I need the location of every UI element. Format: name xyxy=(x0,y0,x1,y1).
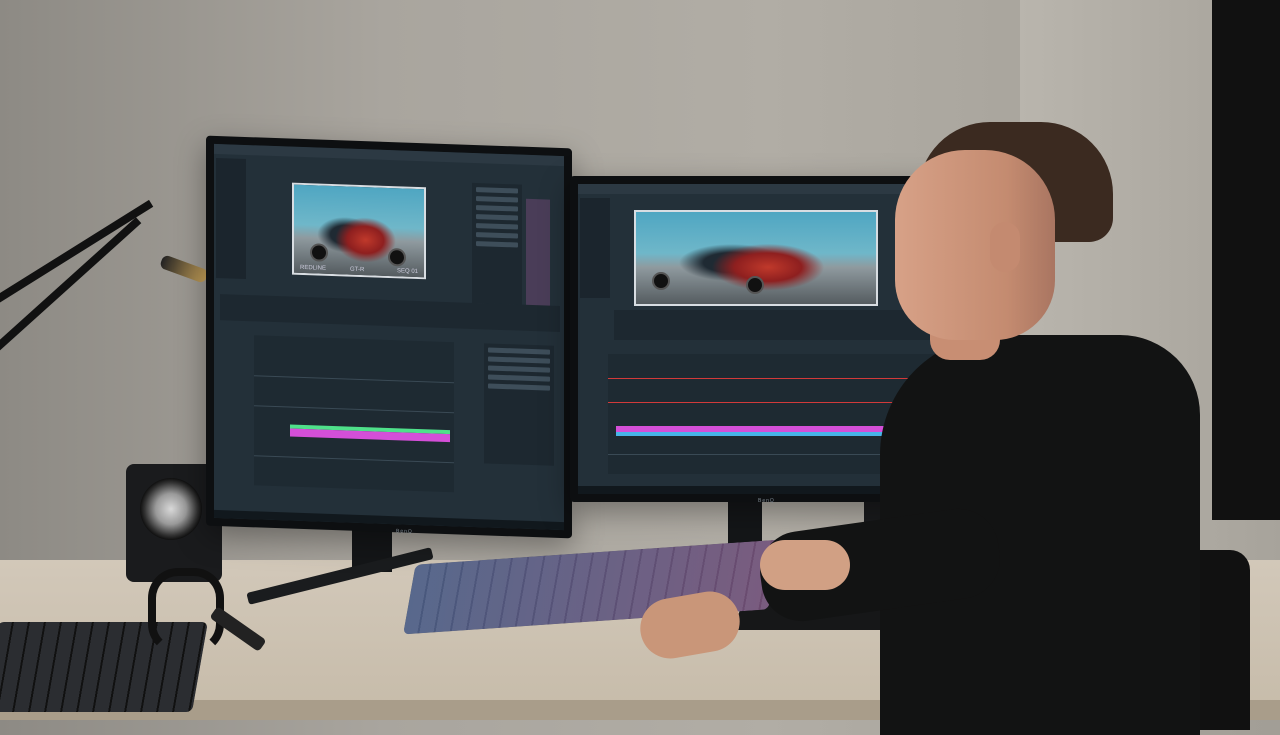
editor-screen-left: REDLINE GT-R SEQ 01 xyxy=(214,143,564,531)
panel-row xyxy=(488,356,550,364)
monitor-left: REDLINE GT-R SEQ 01 BenQ xyxy=(206,135,572,539)
mic-arm-upper xyxy=(0,199,154,308)
panel-row xyxy=(476,232,518,239)
monitor-brand-left: BenQ xyxy=(396,528,413,535)
car-wheel xyxy=(388,247,406,267)
panel-row xyxy=(488,383,550,391)
microphone xyxy=(159,254,209,284)
monitor-brand-right: BenQ xyxy=(758,498,775,504)
panel-row xyxy=(476,187,518,194)
track-divider xyxy=(254,375,454,384)
track-divider xyxy=(254,405,454,414)
panel-row xyxy=(476,223,518,230)
person-ear xyxy=(990,222,1020,272)
panel-row xyxy=(476,214,518,221)
track-divider xyxy=(254,455,454,464)
viewer-caption-right: SEQ 01 xyxy=(396,268,418,276)
panel-row xyxy=(476,241,518,248)
tools-panel xyxy=(216,157,246,280)
car-wheel xyxy=(746,276,764,294)
panel-row xyxy=(488,365,550,373)
viewer-caption-mid: GT-R xyxy=(350,266,365,274)
effect-controls xyxy=(614,310,954,340)
timeline-panel xyxy=(254,335,454,493)
program-viewer: REDLINE GT-R SEQ 01 xyxy=(292,182,426,280)
effects-panel xyxy=(484,343,554,466)
car-frame-image xyxy=(294,184,424,278)
person-face xyxy=(895,150,1055,340)
program-viewer xyxy=(634,210,878,306)
menu-bar xyxy=(214,143,564,167)
speaker-cone xyxy=(140,478,202,540)
acoustic-panel xyxy=(1212,0,1280,520)
hand-on-mouse xyxy=(760,540,850,590)
panel-row xyxy=(476,196,518,203)
project-panel xyxy=(472,182,522,305)
taskbar xyxy=(214,509,564,531)
panel-row xyxy=(488,374,550,382)
panel-row xyxy=(488,347,550,355)
tools-panel xyxy=(580,198,610,298)
panel-row xyxy=(476,205,518,212)
car-wheel xyxy=(652,272,670,290)
car-wheel xyxy=(310,243,328,262)
viewer-caption-left: REDLINE xyxy=(300,264,327,272)
